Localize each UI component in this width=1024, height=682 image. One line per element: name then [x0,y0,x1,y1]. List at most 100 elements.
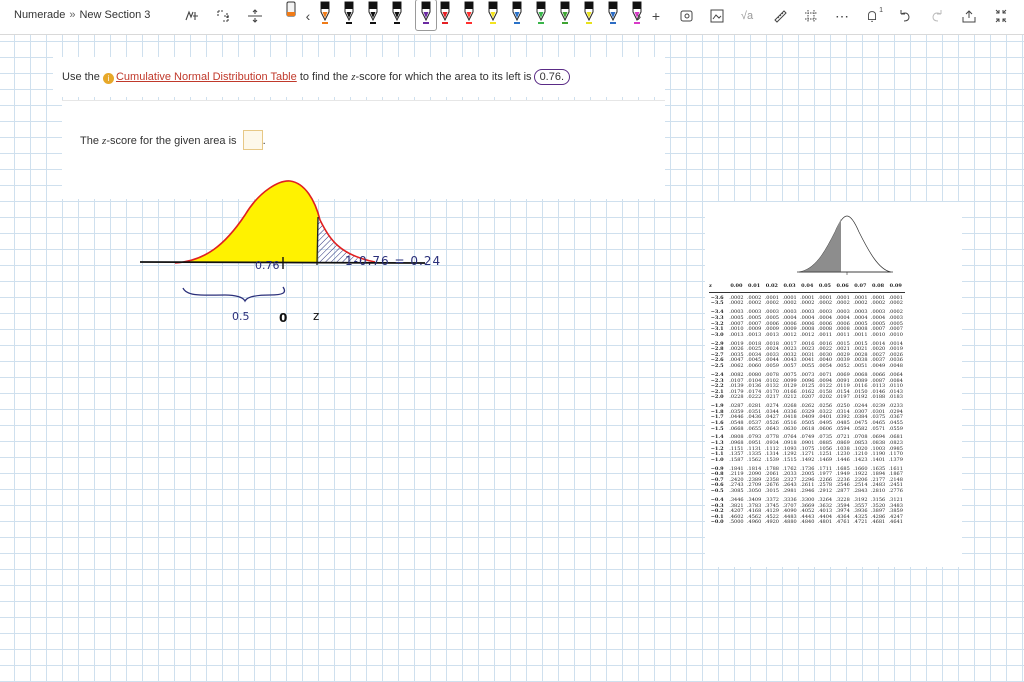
probability-cell: .1469 [817,456,833,463]
insert-space-icon[interactable] [246,6,264,26]
probability-cell: .0011 [817,331,833,338]
notification-count: 1 [879,6,883,14]
add-pen-icon[interactable]: + [650,6,662,26]
z-table-row: −3.0.0013.0013.0013.0012.0012.0011.0011.… [709,331,905,339]
probability-cell: .0013 [729,331,744,338]
pen-3[interactable] [365,0,381,28]
probability-cell: .2810 [870,488,886,495]
question-middle: to find the [299,71,349,83]
drawing-toolbar: Numerade » New Section 3 ‹ › + √a ⋯ 1 [0,0,1024,35]
more-icon[interactable]: ⋯ [834,6,850,26]
cumulative-table-link[interactable]: Cumulative Normal Distribution Table [116,71,297,83]
share-icon[interactable] [961,6,977,26]
z-table-col-header: 0.02 [762,283,781,293]
probability-cell: .1539 [764,456,779,463]
chevron-left-icon[interactable]: ‹ [303,6,313,26]
pen-12[interactable] [605,0,621,28]
probability-cell: .0228 [729,394,744,401]
z-value-cell: −0.0 [710,519,724,526]
answer-text: The z-score for the given area is . [80,130,266,150]
z-table-row: −0.0 .5000.4960.4920.4880.4840.4801.4761.… [709,520,905,526]
pen-7[interactable] [485,0,501,28]
notebook-canvas[interactable]: Use the i Cumulative Normal Distribution … [0,35,1024,682]
pen-6[interactable] [461,0,477,28]
z-table: z 0.00 0.01 0.02 0.03 0.04 0.05 0.06 0.07 0.08 0.0… [709,283,905,526]
add-space-icon[interactable] [214,6,232,26]
notification-icon[interactable]: 1 [865,6,883,26]
probability-cell: .4840 [800,519,815,526]
probability-cell: .0049 [870,363,886,370]
z-table-col-header: 0.03 [780,283,799,293]
z-table-col-header: 0.04 [798,283,817,293]
probability-cell: .0011 [853,331,868,338]
pen-4[interactable] [389,0,405,28]
probability-cell: .1401 [870,456,886,463]
z-table-curve-diagram [797,215,893,275]
probability-cell: .4721 [853,519,868,526]
probability-cell: .4920 [764,519,779,526]
probability-cell: .0002 [764,300,779,307]
probability-cell: .4641 [888,519,903,526]
pen-2[interactable] [341,0,357,28]
probability-cell: .0630 [782,425,797,432]
highlighter-icon[interactable] [679,6,695,26]
probability-cell: .2877 [835,488,850,495]
grid-icon[interactable] [803,6,819,26]
eraser-icon[interactable] [283,0,299,28]
pen-1[interactable] [317,0,333,28]
z-table-col-header: 0.08 [869,283,887,293]
probability-cell: .0212 [782,394,797,401]
circled-area-value: 0.76. [533,69,571,85]
breadcrumb-section[interactable]: New Section 3 [79,9,150,21]
probability-cell: .0582 [853,425,868,432]
probability-cell: .0002 [782,300,797,307]
probability-cell: .3050 [746,488,762,495]
z-table-col-header: 0.07 [851,283,870,293]
pen-5[interactable] [437,0,453,28]
probability-cell: .0062 [729,363,744,370]
probability-cell: .0013 [746,331,762,338]
probability-cell: .0192 [853,394,868,401]
handwritten-half: 0.5 [232,310,250,323]
probability-cell: .0571 [870,425,886,432]
probability-cell: .0054 [817,363,833,370]
probability-cell: .0011 [835,331,850,338]
image-icon[interactable] [709,6,725,26]
breadcrumb-notebook[interactable]: Numerade [14,9,65,21]
pen-9[interactable] [533,0,549,28]
probability-cell: .4801 [817,519,833,526]
math-icon[interactable]: √a [739,6,755,26]
pen-11[interactable] [581,0,597,28]
z-table-col-header: 0.09 [886,283,905,293]
probability-cell: .0055 [800,363,815,370]
probability-cell: .0002 [817,300,833,307]
probability-cell: .2912 [817,488,833,495]
answer-prefix: The [80,135,99,147]
probability-cell: .2776 [888,488,903,495]
z-table-row: −3.5.0002.0002.0002.0002.0002.0002.0002.… [709,301,905,307]
probability-cell: .1446 [835,456,850,463]
collapse-icon[interactable] [993,6,1009,26]
probability-cell: .1379 [888,456,903,463]
pen-selected[interactable] [415,0,437,31]
probability-cell: .4761 [835,519,850,526]
probability-cell: .1562 [746,456,762,463]
probability-cell: .0052 [835,363,850,370]
ruler-icon[interactable] [772,6,788,26]
probability-cell: .0207 [800,394,815,401]
redo-icon[interactable] [929,6,945,26]
pen-8[interactable] [509,0,525,28]
probability-cell: .2981 [782,488,797,495]
chevron-right-icon[interactable]: › [634,6,644,26]
probability-cell: .0002 [853,300,868,307]
answer-input[interactable] [242,130,263,150]
z-table-row: −2.5.0062.0060.0059.0057.0055.0054.0052.… [709,363,905,370]
z-table-col-header: 0.05 [816,283,834,293]
undo-icon[interactable] [897,6,913,26]
lasso-icon[interactable] [183,6,201,26]
z-table-col-header: 0.00 [727,283,746,293]
probability-cell: .3015 [764,488,779,495]
pen-10[interactable] [557,0,573,28]
z-table-col-header: 0.06 [833,283,852,293]
z-table-image[interactable]: z 0.00 0.01 0.02 0.03 0.04 0.05 0.06 0.07 0.08 0.0… [705,202,962,567]
